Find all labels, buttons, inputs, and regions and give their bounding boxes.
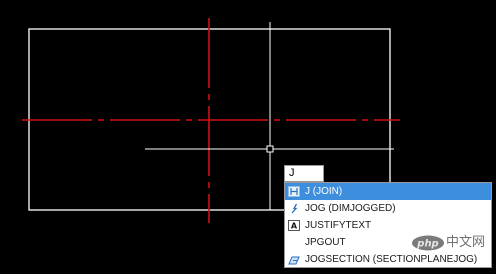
justify-text-icon: A [288, 220, 300, 231]
autocomplete-item-label: JOGSECTION (SECTIONPLANEJOG) [305, 254, 478, 265]
svg-text:A: A [291, 222, 298, 231]
autocomplete-item-jog[interactable]: JOG (DIMJOGGED) [285, 200, 491, 217]
autocomplete-item-justifytext[interactable]: A JUSTIFYTEXT [285, 217, 491, 234]
autocomplete-item-label: JPGOUT [305, 237, 346, 248]
autocomplete-item-label: J (JOIN) [305, 186, 343, 197]
autocomplete-item-label: JOG (DIMJOGGED) [305, 203, 396, 214]
autocomplete-item-label: JUSTIFYTEXT [305, 220, 372, 231]
jogged-dimension-icon [288, 203, 300, 214]
autocomplete-item-jpgout[interactable]: JPGOUT [285, 234, 491, 251]
join-icon [288, 186, 300, 197]
autocomplete-item-join[interactable]: J (JOIN) [285, 183, 491, 200]
command-autocomplete-list[interactable]: J (JOIN) JOG (DIMJOGGED) A JUSTIFYTEXT J… [284, 182, 492, 268]
autocomplete-item-jogsection[interactable]: JOGSECTION (SECTIONPLANEJOG) [285, 251, 491, 268]
cursor-pickbox [266, 145, 274, 153]
section-plane-jog-icon [288, 254, 300, 265]
command-input[interactable]: J [284, 165, 324, 182]
